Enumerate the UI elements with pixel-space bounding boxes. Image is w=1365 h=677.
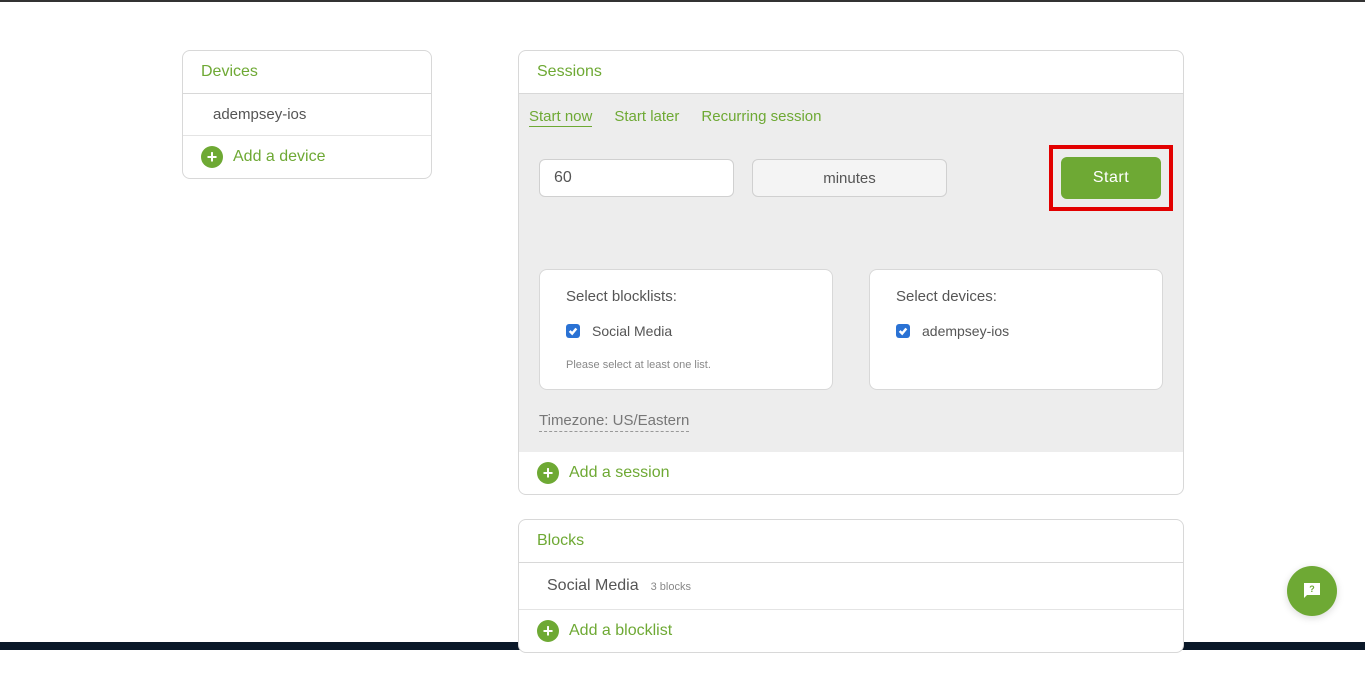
add-blocklist-label: Add a blocklist <box>569 622 672 640</box>
devices-title: Devices <box>183 51 431 94</box>
blocklists-title: Select blocklists: <box>566 288 806 305</box>
start-highlight: Start <box>1049 145 1173 211</box>
start-button[interactable]: Start <box>1061 157 1161 199</box>
add-device-button[interactable]: + Add a device <box>183 136 431 178</box>
tab-start-now[interactable]: Start now <box>529 108 592 127</box>
tab-start-later[interactable]: Start later <box>614 108 679 127</box>
add-session-button[interactable]: + Add a session <box>519 452 1183 494</box>
devices-card: Select devices: adempsey-ios <box>869 269 1163 390</box>
add-device-label: Add a device <box>233 148 326 166</box>
unit-select[interactable]: minutes <box>752 159 947 197</box>
sessions-body: Start now Start later Recurring session … <box>519 94 1183 452</box>
blocklist-item[interactable]: Social Media <box>566 323 806 339</box>
sessions-panel: Sessions Start now Start later Recurring… <box>518 50 1184 495</box>
blocklist-name: Social Media <box>547 577 639 595</box>
add-session-label: Add a session <box>569 464 670 482</box>
timezone-link[interactable]: Timezone: US/Eastern <box>539 412 689 432</box>
selectors-row: Select blocklists: Social Media Please s… <box>539 269 1163 390</box>
duration-input[interactable] <box>539 159 734 197</box>
select-devices-title: Select devices: <box>896 288 1136 305</box>
session-tabs: Start now Start later Recurring session <box>529 108 1173 145</box>
sessions-title: Sessions <box>519 51 1183 94</box>
blocklists-helper: Please select at least one list. <box>566 359 806 371</box>
blocks-title: Blocks <box>519 520 1183 563</box>
add-blocklist-button[interactable]: + Add a blocklist <box>519 610 1183 652</box>
devices-panel: Devices adempsey-ios + Add a device <box>182 50 432 179</box>
blocklist-item-label: Social Media <box>592 323 672 339</box>
plus-icon: + <box>537 462 559 484</box>
blocklists-card: Select blocklists: Social Media Please s… <box>539 269 833 390</box>
blocklist-count: 3 blocks <box>651 581 691 593</box>
device-item[interactable]: adempsey-ios <box>183 94 431 136</box>
checkbox-icon[interactable] <box>566 324 580 338</box>
device-select-label: adempsey-ios <box>922 323 1009 339</box>
plus-icon: + <box>537 620 559 642</box>
checkbox-icon[interactable] <box>896 324 910 338</box>
blocks-panel: Blocks Social Media 3 blocks + Add a blo… <box>518 519 1184 653</box>
tab-recurring[interactable]: Recurring session <box>701 108 821 127</box>
help-fab[interactable]: ? <box>1287 566 1337 616</box>
svg-text:?: ? <box>1309 584 1315 594</box>
chat-icon: ? <box>1300 579 1324 603</box>
unit-label: minutes <box>823 170 876 187</box>
device-select-item[interactable]: adempsey-ios <box>896 323 1136 339</box>
plus-icon: + <box>201 146 223 168</box>
start-row: minutes Start <box>529 145 1173 211</box>
blocklist-row[interactable]: Social Media 3 blocks <box>519 563 1183 610</box>
